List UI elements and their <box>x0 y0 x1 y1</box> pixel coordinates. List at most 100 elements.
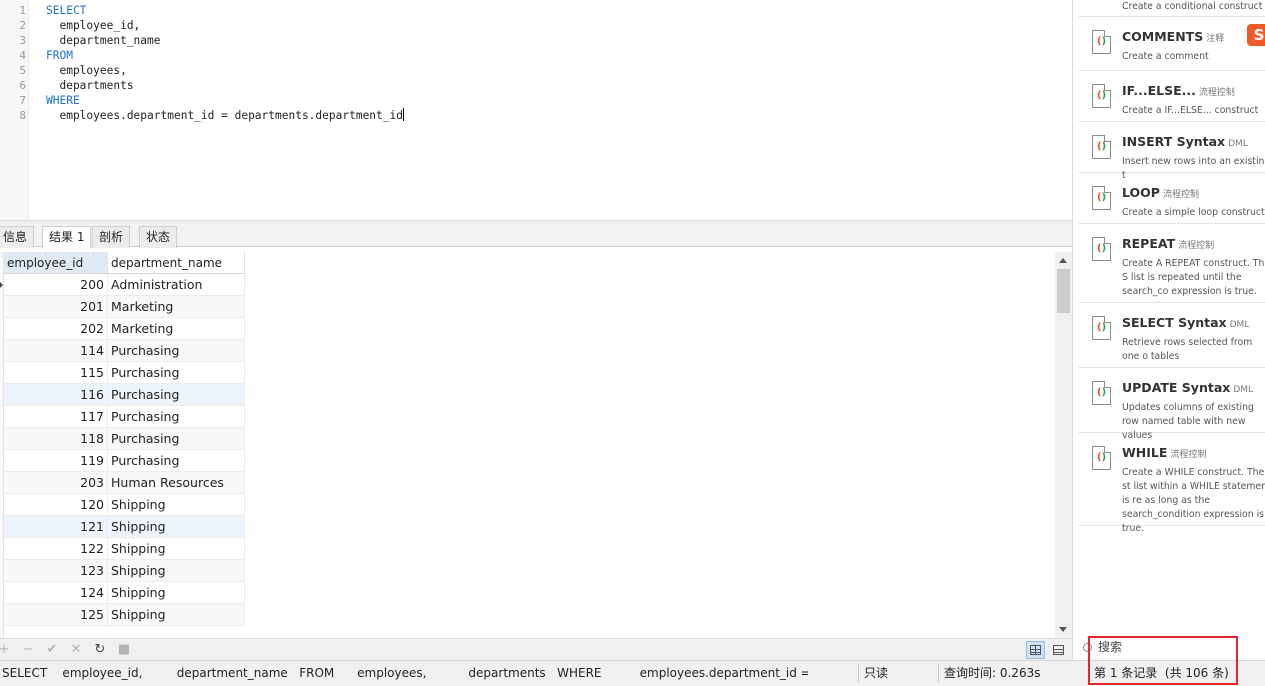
cell-employee-id[interactable]: 120 <box>4 494 108 516</box>
cell-department-name[interactable]: Marketing <box>108 296 245 318</box>
annotation-highlight-box <box>1088 636 1238 685</box>
scroll-up-arrow-icon[interactable] <box>1059 258 1067 263</box>
cell-department-name[interactable]: Marketing <box>108 318 245 340</box>
cell-employee-id[interactable]: 117 <box>4 406 108 428</box>
cell-employee-id[interactable]: 122 <box>4 538 108 560</box>
table-row[interactable]: 114 Purchasing <box>4 340 245 362</box>
column-header-department-name[interactable]: department_name <box>108 252 245 274</box>
table-row[interactable]: 202 Marketing <box>4 318 245 340</box>
snippet-item[interactable]: () REPEAT 流程控制 Create A REPEAT construct. T… <box>1078 224 1265 303</box>
stop-icon[interactable]: ■ <box>116 641 132 658</box>
table-row[interactable]: 115 Purchasing <box>4 362 245 384</box>
table-row[interactable]: 121 Shipping <box>4 516 245 538</box>
tab-profile[interactable]: 剖析 <box>92 226 131 248</box>
snippet-item[interactable]: () UPDATE Syntax DML Updates columns of exi… <box>1078 368 1265 441</box>
cell-employee-id[interactable]: 115 <box>4 362 108 384</box>
snippet-title-text: UPDATE Syntax <box>1122 380 1231 395</box>
form-view-icon <box>1053 645 1064 655</box>
table-row[interactable]: 123 Shipping <box>4 560 245 582</box>
table-row[interactable]: 125 Shipping <box>4 604 245 626</box>
tab-status[interactable]: 状态 <box>139 226 178 248</box>
snippet-item[interactable]: () SELECT Syntax DML Retrieve rows selected… <box>1078 303 1265 368</box>
discard-changes-icon[interactable]: ✕ <box>68 641 84 658</box>
grid-vertical-scrollbar[interactable] <box>1055 252 1072 638</box>
snippet-item[interactable]: () IF...ELSE... 流程控制 Create a IF...ELSE... … <box>1078 71 1265 122</box>
result-grid[interactable]: employee_id department_name 200 Administr… <box>0 252 1055 638</box>
cell-department-name[interactable]: Shipping <box>108 604 245 626</box>
table-row[interactable]: 203 Human Resources <box>4 472 245 494</box>
snippet-title-text: WHILE <box>1122 445 1168 460</box>
table-row[interactable]: 118 Purchasing <box>4 428 245 450</box>
grid-toolbar: + − ✔ ✕ ↻ ■ <box>0 638 1072 660</box>
table-row[interactable]: 116 Purchasing <box>4 384 245 406</box>
snippet-file-icon: () <box>1092 381 1111 405</box>
cell-department-name[interactable]: Purchasing <box>108 450 245 472</box>
cell-employee-id[interactable]: 121 <box>4 516 108 538</box>
cell-employee-id[interactable]: 125 <box>4 604 108 626</box>
table-row[interactable]: 124 Shipping <box>4 582 245 604</box>
tab-info[interactable]: 信息 <box>0 226 35 248</box>
snippet-item[interactable]: () INSERT Syntax DML Insert new rows into a… <box>1078 122 1265 181</box>
code-line[interactable]: departments <box>46 78 133 93</box>
status-bar: SELECT employee_id, department_name FROM… <box>0 660 1265 686</box>
text-cursor <box>402 108 404 121</box>
cell-department-name[interactable]: Purchasing <box>108 384 245 406</box>
tab-result-1[interactable]: 结果 1 <box>42 226 92 249</box>
cell-employee-id[interactable]: 203 <box>4 472 108 494</box>
table-row[interactable]: 117 Purchasing <box>4 406 245 428</box>
cell-employee-id[interactable]: 201 <box>4 296 108 318</box>
grid-view-button[interactable] <box>1026 641 1045 659</box>
apply-changes-icon[interactable]: ✔ <box>44 641 60 658</box>
scroll-thumb[interactable] <box>1057 269 1070 313</box>
cell-department-name[interactable]: Purchasing <box>108 428 245 450</box>
code-line[interactable]: employees.department_id = departments.de… <box>46 108 404 123</box>
cell-department-name[interactable]: Purchasing <box>108 406 245 428</box>
cell-department-name[interactable]: Shipping <box>108 582 245 604</box>
cell-department-name[interactable]: Human Resources <box>108 472 245 494</box>
cell-employee-id[interactable]: 200 <box>4 274 108 296</box>
cell-employee-id[interactable]: 124 <box>4 582 108 604</box>
snippet-item[interactable]: () WHILE 流程控制 Create a WHILE construct. The… <box>1078 433 1265 534</box>
cell-department-name[interactable]: Shipping <box>108 538 245 560</box>
cell-department-name[interactable]: Administration <box>108 274 245 296</box>
form-view-button[interactable] <box>1049 641 1068 659</box>
code-line[interactable]: employee_id, <box>46 18 140 33</box>
sql-editor[interactable]: 1 2 3 4 5 6 7 8 SELECT employee_id, depa… <box>0 0 1072 220</box>
code-line[interactable]: FROM <box>46 48 73 63</box>
snippet-tag: 流程控制 <box>1178 241 1215 251</box>
cell-department-name[interactable]: Shipping <box>108 494 245 516</box>
snippet-file-icon: () <box>1092 316 1111 340</box>
navicat-window: 1 2 3 4 5 6 7 8 SELECT employee_id, depa… <box>0 0 1265 686</box>
code-line[interactable]: SELECT <box>46 3 86 18</box>
cell-employee-id[interactable]: 114 <box>4 340 108 362</box>
cell-employee-id[interactable]: 123 <box>4 560 108 582</box>
add-record-icon[interactable]: + <box>0 641 12 658</box>
sql-keyword: FROM <box>46 49 73 62</box>
snippet-item[interactable]: () COMMENTS 注释 Create a comment <box>1078 17 1265 71</box>
snippet-item[interactable]: () LOOP 流程控制 Create a simple loop construct <box>1078 173 1265 224</box>
code-line[interactable]: department_name <box>46 33 160 48</box>
cell-employee-id[interactable]: 202 <box>4 318 108 340</box>
snippet-description: Create a comment <box>1122 51 1209 62</box>
snippet-title-text: INSERT Syntax <box>1122 134 1226 149</box>
delete-record-icon[interactable]: − <box>20 641 36 658</box>
table-row[interactable]: 119 Purchasing <box>4 450 245 472</box>
cell-department-name[interactable]: Shipping <box>108 560 245 582</box>
code-line[interactable]: employees, <box>46 63 126 78</box>
cell-employee-id[interactable]: 116 <box>4 384 108 406</box>
code-line[interactable]: WHERE <box>46 93 80 108</box>
cell-department-name[interactable]: Purchasing <box>108 362 245 384</box>
table-row[interactable]: 200 Administration <box>4 274 245 296</box>
table-row[interactable]: 120 Shipping <box>4 494 245 516</box>
refresh-icon[interactable]: ↻ <box>92 641 108 658</box>
table-row[interactable]: 122 Shipping <box>4 538 245 560</box>
cell-employee-id[interactable]: 119 <box>4 450 108 472</box>
table-row[interactable]: 201 Marketing <box>4 296 245 318</box>
cell-department-name[interactable]: Shipping <box>108 516 245 538</box>
snippet-file-icon: () <box>1092 237 1111 261</box>
line-number-gutter: 1 2 3 4 5 6 7 8 <box>0 0 29 220</box>
scroll-down-arrow-icon[interactable] <box>1059 627 1067 632</box>
column-header-employee-id[interactable]: employee_id <box>4 252 108 274</box>
cell-department-name[interactable]: Purchasing <box>108 340 245 362</box>
cell-employee-id[interactable]: 118 <box>4 428 108 450</box>
